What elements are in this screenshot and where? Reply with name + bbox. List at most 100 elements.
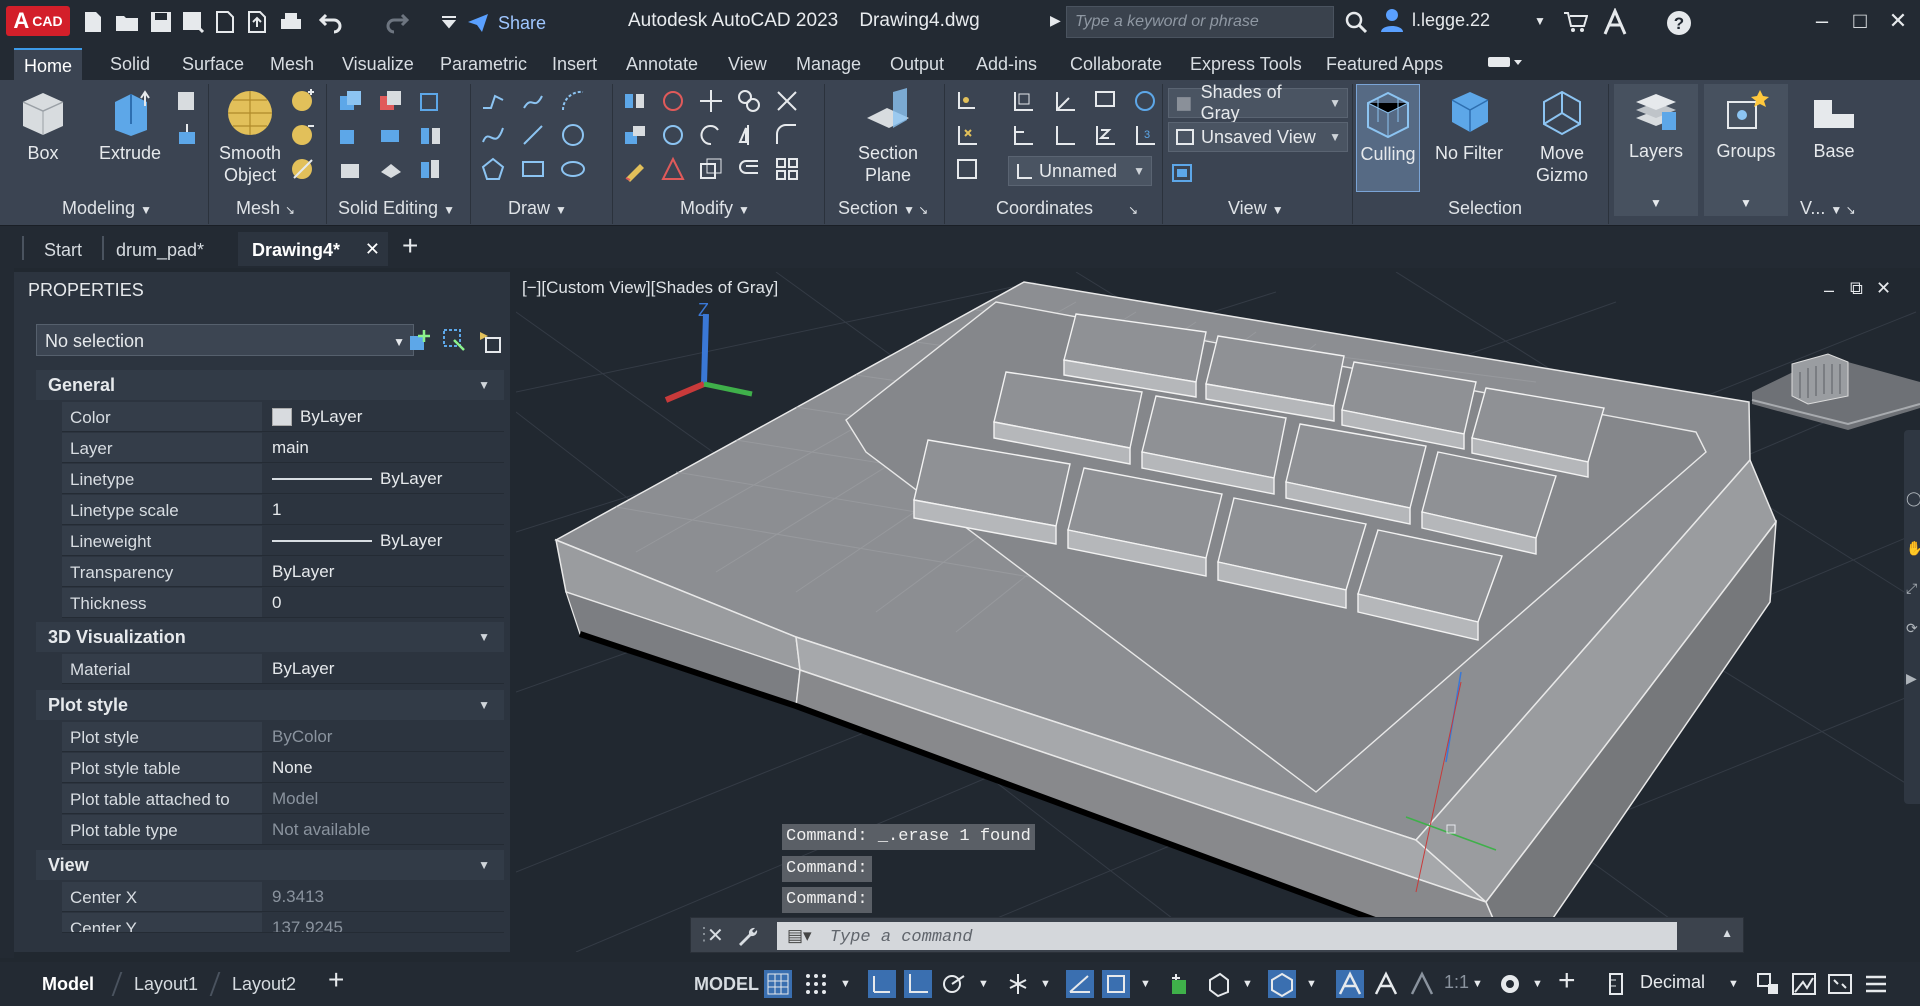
infer-constraints-icon[interactable] [868,970,896,998]
tab-mesh[interactable]: Mesh [260,48,324,80]
workspace-gear-icon[interactable] [1496,970,1524,998]
extrude-button[interactable]: Extrude [88,88,172,164]
erase-icon[interactable] [622,156,648,182]
spline-icon[interactable] [480,122,506,148]
grid-toggle-icon[interactable] [764,970,792,998]
solid-history-icon[interactable] [418,88,444,114]
snap-mode-icon[interactable] [802,970,830,998]
customization-menu-icon[interactable] [1862,970,1890,998]
save-to-web-icon[interactable] [244,9,270,35]
property-row-material[interactable]: Material ByLayer [62,654,504,684]
osnap-dropdown-icon[interactable]: ▼ [1140,978,1151,990]
panel-modeling[interactable]: Modeling ▼ [62,198,152,219]
ucs-world-icon[interactable] [1010,88,1036,114]
3d-move-icon[interactable] [622,88,648,114]
open-folder-icon[interactable] [114,9,140,35]
tab-featured-apps[interactable]: Featured Apps [1316,48,1453,80]
ucs-x-icon[interactable] [954,122,980,148]
showmotion-icon[interactable]: ▶ [1906,670,1917,687]
graphics-performance-icon[interactable] [1790,970,1818,998]
fillet-icon[interactable] [774,122,800,148]
panel-mesh[interactable]: Mesh ↘ [236,198,295,219]
no-filter-button[interactable]: No Filter [1428,88,1510,164]
tab-parametric[interactable]: Parametric [430,48,537,80]
property-row-plot-style-table[interactable]: Plot style table None [62,753,504,783]
intersect-icon[interactable] [338,122,364,148]
dynamic-ucs-icon[interactable] [1268,970,1296,998]
save-as-icon[interactable] [180,9,206,35]
array-icon[interactable] [774,156,800,182]
tab-view[interactable]: View [718,48,777,80]
tab-visualize[interactable]: Visualize [332,48,424,80]
smooth-less-icon[interactable] [290,122,316,148]
property-row-color[interactable]: Color ByLayer [62,402,504,432]
culling-button[interactable]: Culling [1356,84,1420,192]
offset-icon[interactable] [736,156,762,182]
tab-annotate[interactable]: Annotate [616,48,708,80]
line-icon[interactable] [520,122,546,148]
object-snap-icon[interactable] [1102,970,1130,998]
slice-icon[interactable] [338,156,364,182]
tab-insert[interactable]: Insert [542,48,607,80]
property-row-lineweight[interactable]: Lineweight ByLayer [62,526,504,556]
property-row-linetype[interactable]: Linetype ByLayer [62,464,504,494]
trim-icon[interactable] [774,88,800,114]
ucs-3point-icon[interactable]: 3 [1132,122,1158,148]
section-general[interactable]: General ▼ [36,370,504,400]
ortho-mode-icon[interactable] [904,970,932,998]
command-history-toggle-icon[interactable]: ▲ [1721,926,1733,940]
scale-icon[interactable] [698,156,724,182]
isodraft-dropdown-icon[interactable]: ▼ [1040,978,1051,990]
tab-collaborate[interactable]: Collaborate [1060,48,1172,80]
panel-section[interactable]: Section ▼ ↘ [838,198,928,219]
section-view[interactable]: View ▼ [36,850,504,880]
panel-coordinates[interactable]: Coordinates ↘ [996,198,1138,219]
snap-dropdown-icon[interactable]: ▼ [840,978,851,990]
ucs-previous-icon[interactable] [1010,122,1036,148]
layers-button[interactable]: Layers ▼ [1614,84,1698,216]
3d-object-snap-icon[interactable] [1204,970,1232,998]
move-gizmo-button[interactable]: Move Gizmo [1520,88,1604,186]
customize-wrench-icon[interactable] [735,924,759,948]
refine-mesh-icon[interactable] [290,156,316,182]
file-tab-start[interactable]: Start [30,232,96,266]
tab-home[interactable]: Home [14,48,83,80]
lineweight-toggle-icon[interactable] [1166,970,1194,998]
mirror-icon[interactable] [736,122,762,148]
object-snap-tracking-icon[interactable] [1066,970,1094,998]
layout-tab-layout2[interactable]: Layout2 [220,968,308,1000]
viewport-controls-label[interactable]: [−][Custom View][Shades of Gray] [522,278,778,298]
tab-add-ins[interactable]: Add-ins [966,48,1047,80]
viewport-close-button[interactable]: ✕ [1876,278,1891,299]
units-dropdown-icon[interactable]: ▼ [1728,978,1739,990]
units-value[interactable]: Decimal [1640,972,1705,993]
ucs-object-icon[interactable] [1132,88,1158,114]
toggle-pickadd-icon[interactable] [408,328,434,354]
groups-button[interactable]: Groups ▼ [1704,84,1788,216]
named-ucs-dropdown[interactable]: Unnamed ▼ [1008,156,1152,186]
property-row-layer[interactable]: Layer main [62,433,504,463]
steeringwheel-icon[interactable]: ◯ [1906,490,1920,507]
pan-icon[interactable]: ✋ [1906,540,1920,557]
orbit-icon[interactable]: ⟳ [1906,620,1918,637]
tab-express-tools[interactable]: Express Tools [1180,48,1312,80]
selection-dropdown[interactable]: No selection ▼ [36,324,414,356]
viewcube[interactable] [1748,312,1920,442]
helix-icon[interactable] [520,88,546,114]
section-plane-button[interactable]: Section Plane [846,88,930,186]
union-icon[interactable] [338,88,364,114]
thicken-icon[interactable] [378,156,404,182]
customize-toolbar-icon[interactable] [436,9,462,35]
zoom-extents-icon[interactable]: ⤢ [1906,580,1917,597]
polyline-icon[interactable] [480,88,506,114]
select-objects-icon[interactable] [442,328,468,354]
3dosnap-dropdown-icon[interactable]: ▼ [1242,978,1253,990]
autodesk-app-icon[interactable] [1602,8,1628,36]
3d-array-icon[interactable] [660,156,686,182]
ellipse-icon[interactable] [560,156,586,182]
property-row-thickness[interactable]: Thickness 0 [62,588,504,618]
quick-select-icon[interactable] [476,328,502,354]
viewport-minimize-button[interactable]: – [1824,280,1834,301]
search-expand-icon[interactable]: ▶ [1050,12,1061,29]
circle-icon[interactable] [560,122,586,148]
